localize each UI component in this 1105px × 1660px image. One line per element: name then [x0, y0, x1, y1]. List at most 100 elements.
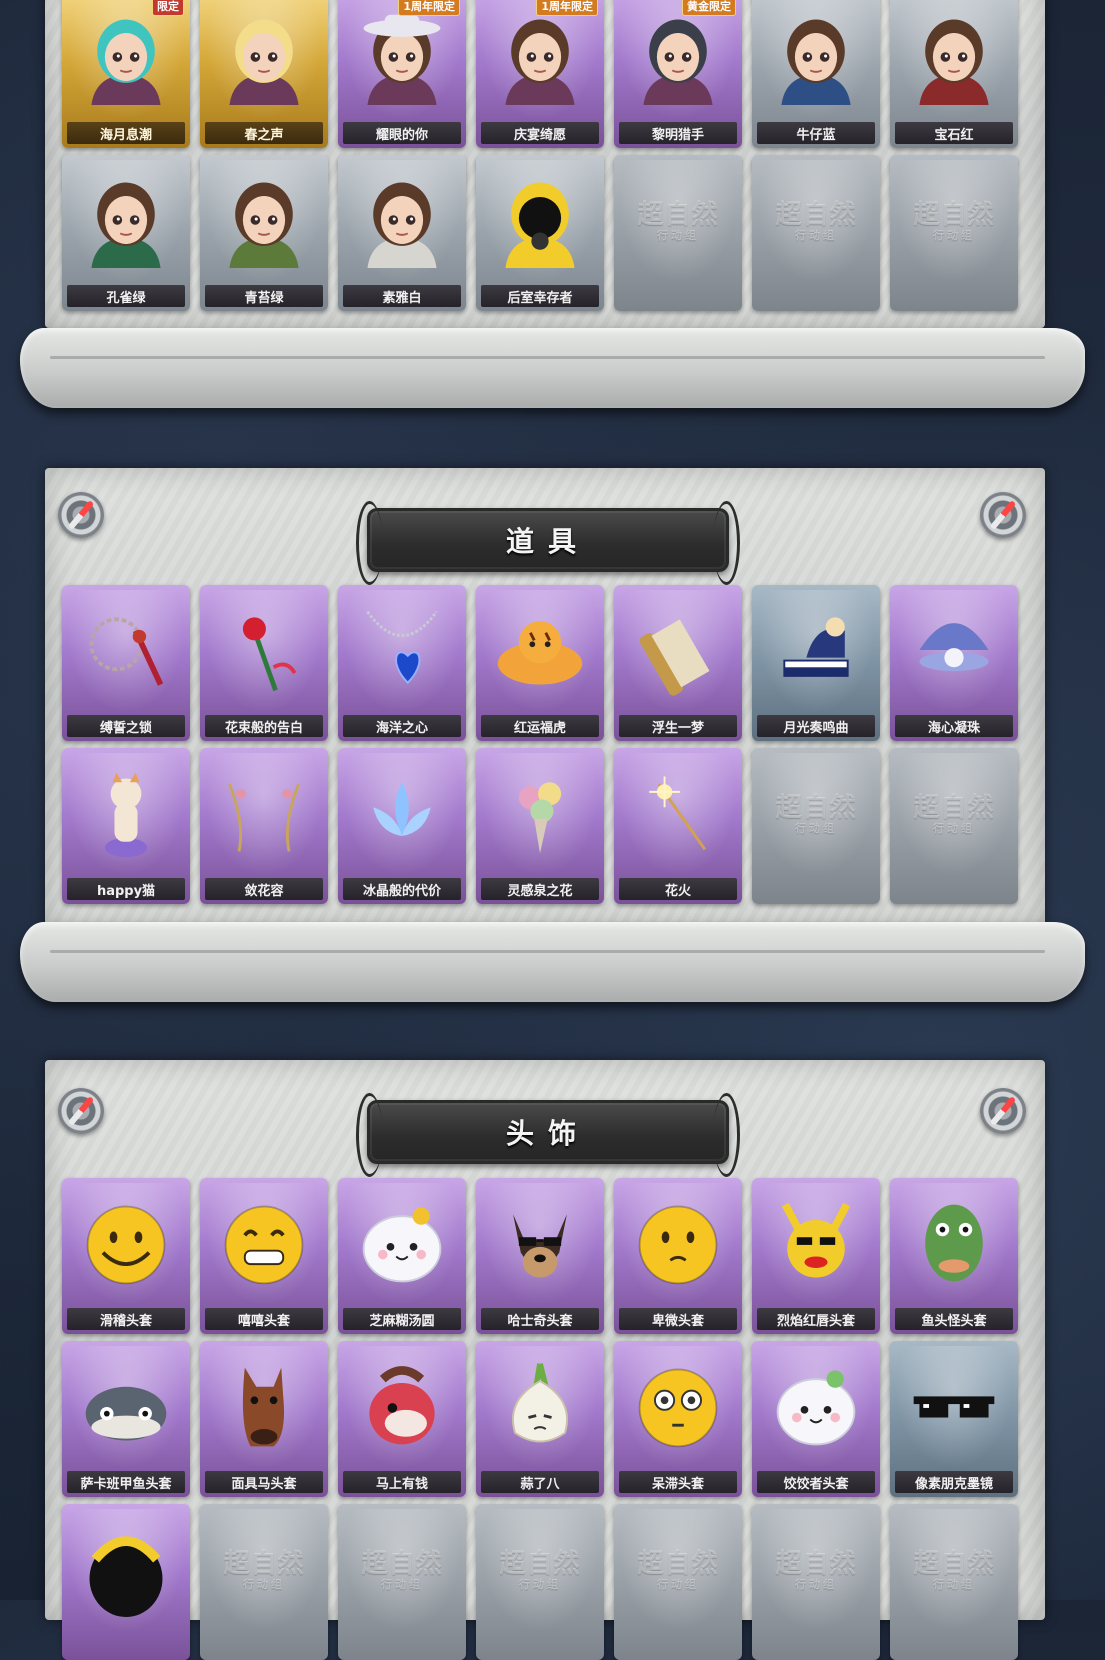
limited-badge: 黄金限定: [682, 0, 736, 16]
item-artwork: 超自然 行动组: [757, 160, 875, 283]
headwear-item-card[interactable]: 马上有钱: [338, 1341, 466, 1497]
cowgirl-avatar-icon: [354, 9, 450, 109]
costume-item-card[interactable]: 黄金限定黎明猎手: [614, 0, 742, 148]
item-artwork: [757, 1183, 875, 1306]
headwear-item-card[interactable]: 鱼头怪头套: [890, 1178, 1018, 1334]
item-label: 春之声: [205, 122, 323, 144]
costume-item-card[interactable]: 1周年限定 庆宴绮愿: [476, 0, 604, 148]
costume-locked-slot[interactable]: 超自然 行动组: [752, 155, 880, 311]
headwear-item-card[interactable]: 卑微头套: [614, 1178, 742, 1334]
props-item-card[interactable]: 花束般的告白: [200, 585, 328, 741]
costume-item-card[interactable]: 牛仔蓝: [752, 0, 880, 148]
props-item-card[interactable]: 敛花容: [200, 748, 328, 904]
locked-watermark: 超自然 行动组: [775, 201, 856, 242]
item-label: 芝麻糊汤圆: [343, 1308, 461, 1330]
item-artwork: [67, 1183, 185, 1306]
costume-item-card[interactable]: 青苔绿: [200, 155, 328, 311]
headwear-item-card[interactable]: 芝麻糊汤圆: [338, 1178, 466, 1334]
item-artwork: [67, 1509, 185, 1632]
locked-watermark: 超自然 行动组: [361, 1550, 442, 1591]
props-item-card[interactable]: 缚誓之锁: [62, 585, 190, 741]
headwear-locked-slot[interactable]: 超自然 行动组: [890, 1504, 1018, 1660]
headwear-locked-slot[interactable]: 超自然 行动组: [200, 1504, 328, 1660]
pearl-shell-icon: [906, 602, 1002, 702]
blonde-girl-avatar-icon: [216, 9, 312, 109]
headwear-item-card[interactable]: 像素朋克墨镜: [890, 1341, 1018, 1497]
locked-watermark-sub: 行动组: [794, 228, 837, 242]
props-locked-slot[interactable]: 超自然 行动组: [890, 748, 1018, 904]
locked-watermark: 超自然 行动组: [223, 1550, 304, 1591]
headwear-item-card[interactable]: 萨卡班甲鱼头套: [62, 1341, 190, 1497]
item-artwork: 超自然 行动组: [895, 753, 1013, 876]
costume-item-card[interactable]: 素雅白: [338, 155, 466, 311]
item-artwork: [343, 590, 461, 713]
headwear-locked-slot[interactable]: 超自然 行动组: [338, 1504, 466, 1660]
item-label: 庆宴绮愿: [481, 122, 599, 144]
item-artwork: 超自然 行动组: [895, 160, 1013, 283]
headwear-locked-slot[interactable]: 超自然 行动组: [614, 1504, 742, 1660]
item-artwork: [895, 0, 1013, 120]
headwear-locked-slot[interactable]: 超自然 行动组: [476, 1504, 604, 1660]
item-label: 海洋之心: [343, 715, 461, 737]
locked-watermark: 超自然 行动组: [775, 1550, 856, 1591]
headwear-locked-slot[interactable]: 超自然 行动组: [752, 1504, 880, 1660]
locked-watermark: 超自然 行动组: [637, 201, 718, 242]
props-title-bar: 道具: [356, 501, 740, 585]
item-label: 面具马头套: [205, 1471, 323, 1493]
props-item-card[interactable]: 浮生一梦: [614, 585, 742, 741]
props-item-card[interactable]: happy猫: [62, 748, 190, 904]
grin-face-icon: [216, 1195, 312, 1295]
dancing-cat-icon: [78, 765, 174, 865]
item-label: 像素朋克墨镜: [895, 1471, 1013, 1493]
locked-watermark-sub: 行动组: [932, 228, 975, 242]
dumpling-icon: [768, 1358, 864, 1458]
costume-locked-slot[interactable]: 超自然 行动组: [890, 155, 1018, 311]
costume-item-card[interactable]: 孔雀绿: [62, 155, 190, 311]
headwear-item-card[interactable]: 蒜了八: [476, 1341, 604, 1497]
headwear-item-card[interactable]: 滑稽头套: [62, 1178, 190, 1334]
locked-watermark-sub: 行动组: [656, 1577, 699, 1591]
item-label: 饺饺者头套: [757, 1471, 875, 1493]
locked-watermark-sub: 行动组: [656, 228, 699, 242]
item-label: 黎明猎手: [619, 122, 737, 144]
costume-item-card[interactable]: 春之声: [200, 0, 328, 148]
headwear-item-card[interactable]: 呆滞头套: [614, 1341, 742, 1497]
costume-item-card[interactable]: 限定 海月息潮: [62, 0, 190, 148]
locked-watermark-main: 超自然: [637, 200, 719, 231]
props-item-card[interactable]: 月光奏鸣曲: [752, 585, 880, 741]
props-item-card[interactable]: 冰晶般的代价: [338, 748, 466, 904]
item-artwork: [343, 1183, 461, 1306]
costume-item-card[interactable]: 1周年限定 耀眼的你: [338, 0, 466, 148]
item-label: 花束般的告白: [205, 715, 323, 737]
headwear-item-card[interactable]: 饺饺者头套: [752, 1341, 880, 1497]
item-label: 马上有钱: [343, 1471, 461, 1493]
locked-watermark: 超自然 行动组: [499, 1550, 580, 1591]
costume-locked-slot[interactable]: 超自然 行动组: [614, 155, 742, 311]
item-artwork: [205, 160, 323, 283]
props-locked-slot[interactable]: 超自然 行动组: [752, 748, 880, 904]
props-item-card[interactable]: 红运福虎: [476, 585, 604, 741]
headwear-item-card[interactable]: [62, 1504, 190, 1660]
costume-item-card[interactable]: 宝石红: [890, 0, 1018, 148]
dazed-face-icon: [630, 1358, 726, 1458]
locked-watermark: 超自然 行动组: [913, 201, 994, 242]
headwear-item-card[interactable]: 面具马头套: [200, 1341, 328, 1497]
props-item-card[interactable]: 灵感泉之花: [476, 748, 604, 904]
headwear-item-card[interactable]: 烈焰红唇头套: [752, 1178, 880, 1334]
scroll-icon: [630, 602, 726, 702]
props-item-card[interactable]: 海心凝珠: [890, 585, 1018, 741]
headwear-item-card[interactable]: 嘻嘻头套: [200, 1178, 328, 1334]
girl-white-avatar-icon: [354, 172, 450, 272]
headwear-item-card[interactable]: 哈士奇头套: [476, 1178, 604, 1334]
item-label: 耀眼的你: [343, 122, 461, 144]
props-item-card[interactable]: 海洋之心: [338, 585, 466, 741]
headwear-title-bar: 头饰: [356, 1093, 740, 1177]
mermaid-avatar-icon: [78, 9, 174, 109]
costume-item-card[interactable]: 后室幸存者: [476, 155, 604, 311]
garlic-icon: [492, 1358, 588, 1458]
item-label: 后室幸存者: [481, 285, 599, 307]
item-artwork: [205, 753, 323, 876]
item-artwork: [67, 753, 185, 876]
piano-icon: [768, 602, 864, 702]
props-item-card[interactable]: 花火: [614, 748, 742, 904]
